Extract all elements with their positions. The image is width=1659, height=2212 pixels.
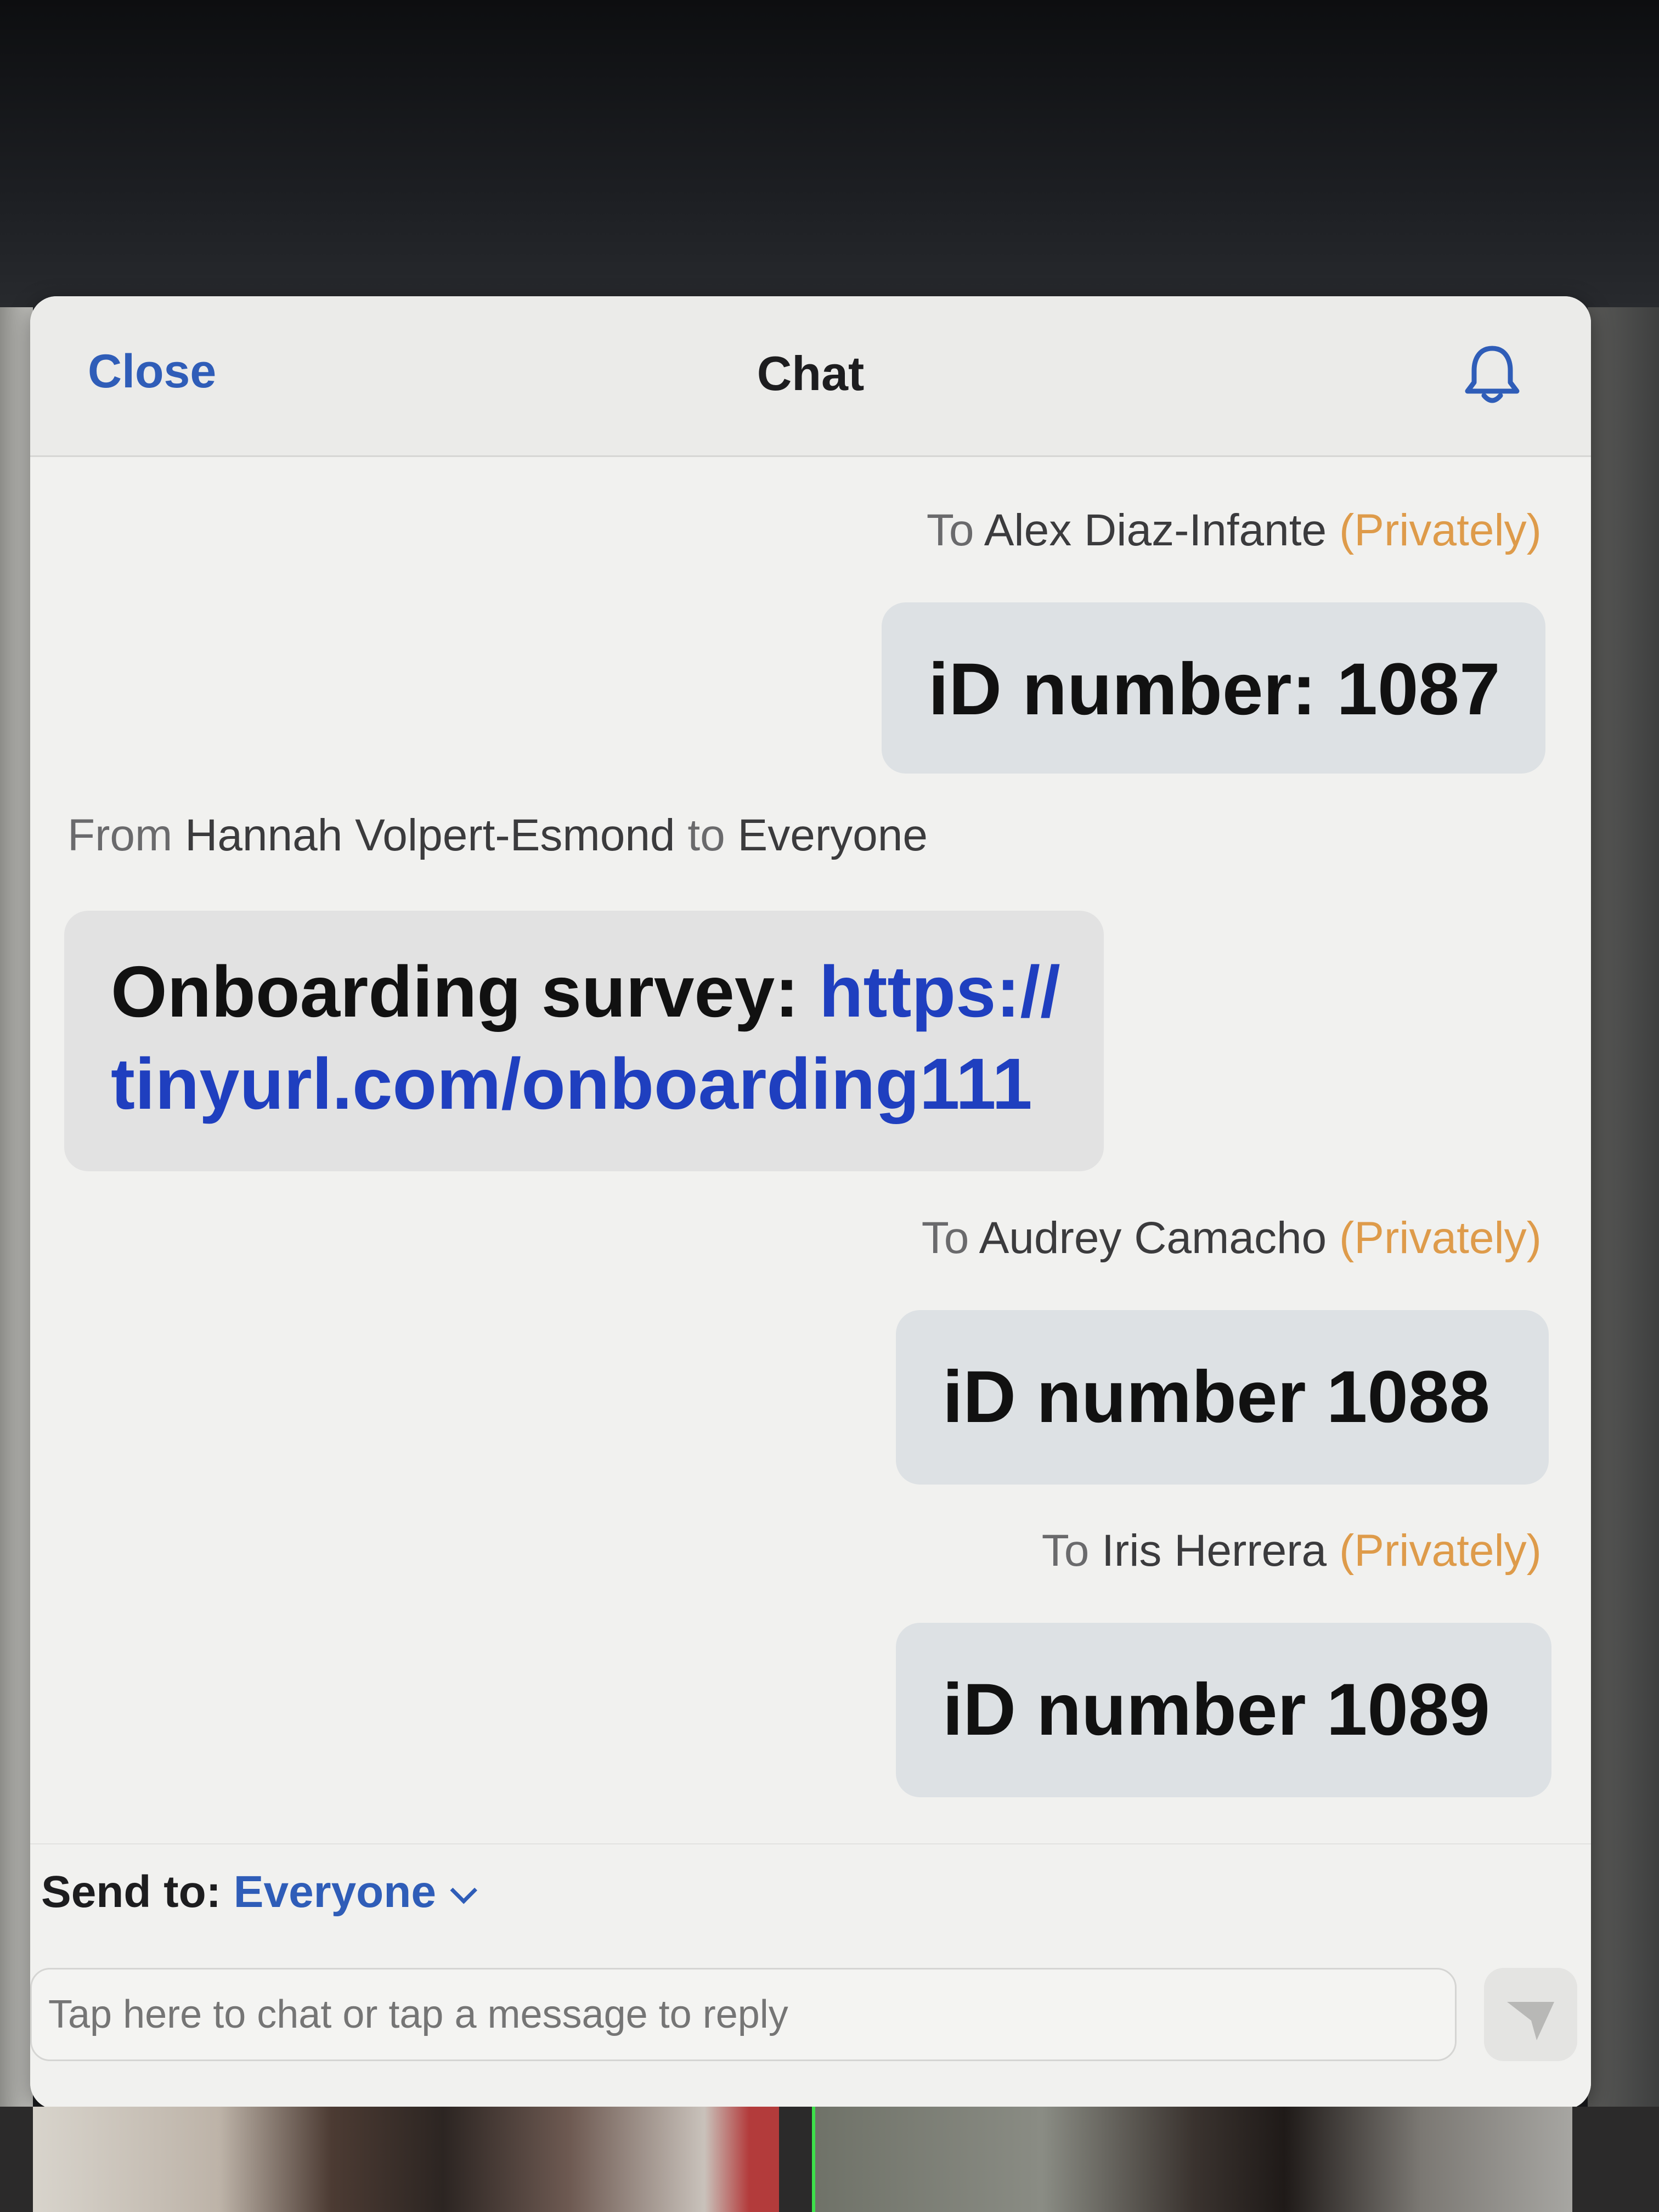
send-icon [1507, 2002, 1554, 2040]
recipient-name: Iris Herrera [1102, 1526, 1327, 1576]
message-text: iD number 1088 [943, 1356, 1490, 1438]
recipient-name: Alex Diaz-Infante [984, 505, 1327, 555]
message-meta: From Hannah Volpert-Esmond to Everyone [67, 810, 928, 861]
send-button[interactable] [1484, 1968, 1577, 2061]
privacy-label: (Privately) [1339, 1526, 1542, 1576]
meta-prefix: To [926, 505, 974, 555]
message-text: Onboarding survey: [111, 951, 819, 1032]
message-meta: To Audrey Camacho (Privately) [922, 1212, 1542, 1264]
message-bubble[interactable]: iD number 1088 [896, 1310, 1549, 1485]
send-to-value[interactable]: Everyone [234, 1867, 436, 1917]
bell-icon[interactable] [1462, 343, 1522, 409]
send-to-selector[interactable]: Send to: Everyone [41, 1866, 477, 1918]
chat-header: Close Chat [30, 296, 1591, 457]
privacy-label: (Privately) [1339, 1213, 1542, 1263]
message-bubble[interactable]: iD number 1089 [896, 1623, 1551, 1797]
meta-prefix: From [67, 810, 173, 860]
audience-name: Everyone [737, 810, 928, 860]
meta-joiner: to [687, 810, 725, 860]
background-right [1588, 307, 1659, 2172]
message-line-1: Onboarding survey: https:// [111, 950, 1060, 1033]
message-link[interactable]: https:// [819, 951, 1060, 1032]
recipient-name: Audrey Camacho [979, 1213, 1327, 1263]
chat-panel: Close Chat To Alex Diaz-Infante (Private… [30, 296, 1591, 2109]
message-meta: To Alex Diaz-Infante (Privately) [927, 505, 1542, 556]
message-text: iD number: 1087 [928, 648, 1500, 730]
background-left [0, 307, 33, 2172]
chevron-down-icon[interactable] [450, 1877, 477, 1904]
sender-name: Hannah Volpert-Esmond [185, 810, 675, 860]
chat-input[interactable] [30, 1968, 1457, 2061]
message-text: iD number 1089 [943, 1669, 1490, 1751]
participant-video-active[interactable] [812, 2107, 1572, 2212]
participant-video[interactable] [33, 2107, 779, 2212]
message-link-line-2[interactable]: tinyurl.com/onboarding111 [111, 1042, 1032, 1125]
message-meta: To Iris Herrera (Privately) [1042, 1525, 1542, 1577]
chat-title: Chat [757, 346, 865, 400]
message-list[interactable]: To Alex Diaz-Infante (Privately) iD numb… [30, 455, 1591, 1843]
meta-prefix: To [921, 1213, 969, 1263]
video-strip [0, 2107, 1659, 2212]
message-bubble[interactable]: Onboarding survey: https:// tinyurl.com/… [64, 911, 1104, 1171]
background-top [0, 0, 1659, 329]
meta-prefix: To [1041, 1526, 1090, 1576]
send-to-label: Send to: [41, 1867, 221, 1917]
message-bubble[interactable]: iD number: 1087 [882, 602, 1545, 774]
chat-footer: Send to: Everyone [30, 1843, 1591, 2109]
privacy-label: (Privately) [1339, 505, 1542, 555]
